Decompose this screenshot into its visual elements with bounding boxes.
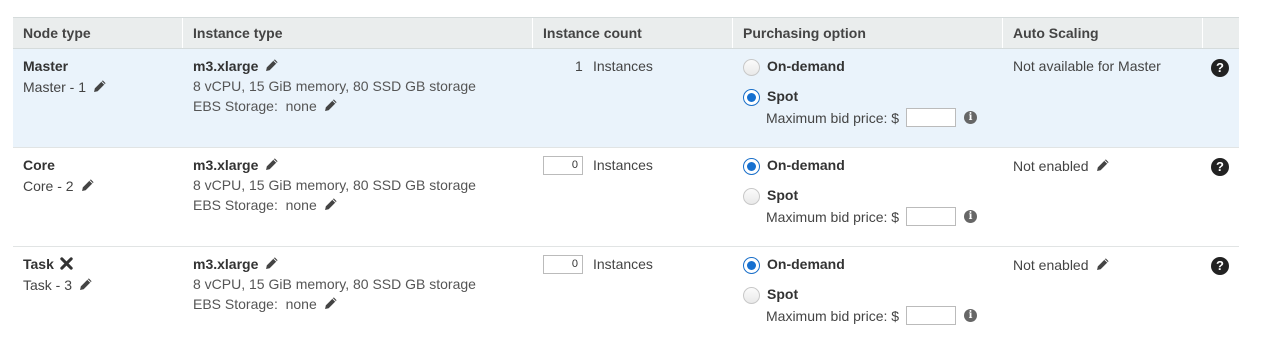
pencil-icon[interactable]	[323, 98, 338, 113]
info-icon[interactable]: i	[964, 111, 977, 124]
auto-scaling-status: Not enabled	[1013, 158, 1110, 174]
on-demand-radio[interactable]	[743, 158, 760, 175]
auto-scaling-label: Not enabled	[1013, 257, 1089, 273]
ebs-storage-label: EBS Storage:	[193, 197, 278, 213]
auto-scaling-status: Not enabled	[1013, 257, 1110, 273]
node-type-label: Task	[23, 256, 54, 272]
spot-label: Spot	[767, 187, 799, 203]
instance-type: m3.xlarge	[193, 157, 279, 173]
pencil-icon[interactable]	[264, 58, 279, 73]
max-bid-price-input[interactable]	[906, 207, 956, 226]
table-row-master: Master Master - 1 m3.xlarge 8 vCPU, 15 G…	[13, 49, 1239, 148]
ebs-storage: EBS Storage: none	[193, 98, 338, 114]
node-name-label: Core - 2	[23, 178, 74, 194]
help-icon[interactable]: ?	[1211, 158, 1229, 176]
spot-radio[interactable]	[743, 188, 760, 205]
table-row-task: Task Task - 3 m3.xlarge 8 vCPU, 15 GiB m…	[13, 247, 1239, 342]
col-header-auto-scaling: Auto Scaling	[1003, 18, 1203, 48]
node-type-label: Master	[23, 58, 69, 74]
pencil-icon[interactable]	[264, 256, 279, 271]
spot-label: Spot	[767, 88, 799, 104]
close-x-icon[interactable]	[59, 256, 74, 271]
max-bid-price-input[interactable]	[906, 108, 956, 127]
node-type: Task	[23, 256, 74, 272]
max-bid-price-label: Maximum bid price: $	[766, 209, 900, 225]
on-demand-radio[interactable]	[743, 59, 760, 76]
col-header-instance-type: Instance type	[183, 18, 533, 48]
instance-type: m3.xlarge	[193, 256, 279, 272]
spot-label: Spot	[767, 286, 799, 302]
pencil-icon[interactable]	[1095, 257, 1110, 272]
col-header-purchasing-option: Purchasing option	[733, 18, 1003, 48]
col-header-node-type: Node type	[13, 18, 183, 48]
col-header-instance-count: Instance count	[533, 18, 733, 48]
instance-specs: 8 vCPU, 15 GiB memory, 80 SSD GB storage	[193, 276, 476, 292]
pencil-icon[interactable]	[92, 79, 107, 94]
pencil-icon[interactable]	[264, 157, 279, 172]
col-header-help	[1203, 18, 1239, 48]
max-bid-price-label: Maximum bid price: $	[766, 308, 900, 324]
pencil-icon[interactable]	[323, 296, 338, 311]
instance-type-label: m3.xlarge	[193, 256, 259, 272]
node-name-label: Task - 3	[23, 277, 73, 293]
pencil-icon[interactable]	[1095, 158, 1110, 173]
ebs-storage: EBS Storage: none	[193, 197, 338, 213]
ebs-storage-value: none	[285, 296, 317, 312]
instance-type-label: m3.xlarge	[193, 157, 259, 173]
instance-groups-table: Node type Instance type Instance count P…	[13, 17, 1239, 325]
ebs-storage-value: none	[285, 98, 317, 114]
node-name: Task - 3	[23, 277, 93, 293]
ebs-storage: EBS Storage: none	[193, 296, 338, 312]
node-type-label: Core	[23, 157, 55, 173]
instance-type-label: m3.xlarge	[193, 58, 259, 74]
help-icon[interactable]: ?	[1211, 59, 1229, 77]
spot-radio[interactable]	[743, 287, 760, 304]
auto-scaling-label: Not enabled	[1013, 158, 1089, 174]
node-name: Core - 2	[23, 178, 95, 194]
on-demand-label: On-demand	[767, 256, 845, 272]
node-name-label: Master - 1	[23, 79, 87, 95]
pencil-icon[interactable]	[80, 178, 95, 193]
on-demand-label: On-demand	[767, 58, 845, 74]
pencil-icon[interactable]	[78, 277, 93, 292]
ebs-storage-label: EBS Storage:	[193, 98, 278, 114]
node-name: Master - 1	[23, 79, 107, 95]
instances-label: Instances	[593, 157, 653, 173]
on-demand-radio[interactable]	[743, 257, 760, 274]
instances-label: Instances	[593, 58, 653, 74]
pencil-icon[interactable]	[323, 197, 338, 212]
instance-specs: 8 vCPU, 15 GiB memory, 80 SSD GB storage	[193, 78, 476, 94]
ebs-storage-value: none	[285, 197, 317, 213]
instance-count-input[interactable]: 0	[543, 255, 583, 274]
on-demand-label: On-demand	[767, 157, 845, 173]
info-icon[interactable]: i	[964, 210, 977, 223]
instance-specs: 8 vCPU, 15 GiB memory, 80 SSD GB storage	[193, 177, 476, 193]
ebs-storage-label: EBS Storage:	[193, 296, 278, 312]
instances-label: Instances	[593, 256, 653, 272]
info-icon[interactable]: i	[964, 309, 977, 322]
max-bid-price-input[interactable]	[906, 306, 956, 325]
table-row-core: Core Core - 2 m3.xlarge 8 vCPU, 15 GiB m…	[13, 148, 1239, 247]
table-header: Node type Instance type Instance count P…	[13, 17, 1239, 49]
instance-count-value: 1	[575, 58, 583, 74]
spot-radio[interactable]	[743, 89, 760, 106]
auto-scaling-status: Not available for Master	[1013, 58, 1161, 74]
max-bid-price-label: Maximum bid price: $	[766, 110, 900, 126]
instance-type: m3.xlarge	[193, 58, 279, 74]
instance-count-input[interactable]: 0	[543, 156, 583, 175]
help-icon[interactable]: ?	[1211, 257, 1229, 275]
